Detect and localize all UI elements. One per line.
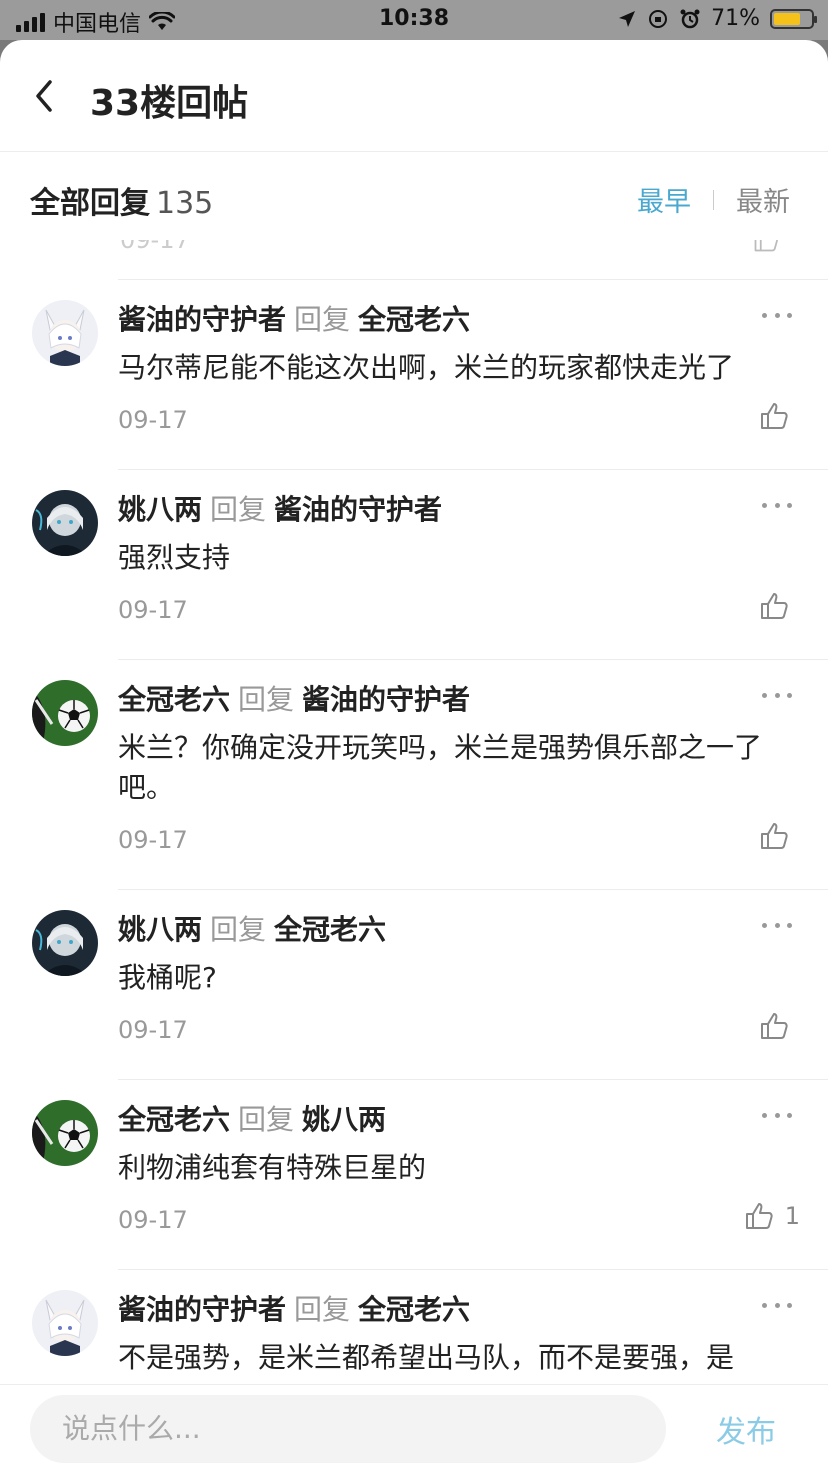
- comment-text: 米兰？你确定没开玩笑吗，米兰是强势俱乐部之一了吧。: [118, 731, 763, 804]
- reply-word: 回复: [294, 1293, 351, 1326]
- comment-date: 09-17: [118, 1206, 188, 1234]
- nav-bar: 33楼回帖: [0, 40, 828, 152]
- thumbs-up-icon: [761, 823, 788, 849]
- like-button[interactable]: [758, 400, 800, 432]
- like-button[interactable]: [758, 1010, 800, 1042]
- comment-item[interactable]: 全冠老六 回复 酱油的守护者 米兰？你确定没开玩笑吗，米兰是强势俱乐部之一了吧。 0…: [0, 660, 828, 890]
- fox-girl-avatar-icon: [32, 1290, 98, 1356]
- comment-input[interactable]: 说点什么...: [30, 1395, 666, 1463]
- like-button[interactable]: 1: [743, 1200, 800, 1232]
- reply-count: 135: [156, 186, 214, 221]
- sort-earliest-tab[interactable]: 最早: [637, 180, 691, 219]
- location-arrow-icon: [619, 10, 636, 27]
- comment-author[interactable]: 全冠老六: [118, 1103, 230, 1136]
- more-options-icon[interactable]: [762, 308, 792, 322]
- comment-input-bar: 说点什么... 发布: [0, 1384, 828, 1472]
- comment-date: 09-17: [118, 1016, 188, 1044]
- sort-latest-tab[interactable]: 最新: [736, 180, 790, 219]
- all-replies-label: 全部回复: [30, 186, 150, 221]
- comment-author[interactable]: 姚八两: [118, 913, 202, 946]
- comment-item[interactable]: 姚八两 回复 全冠老六 我桶呢? 09-17: [0, 890, 828, 1080]
- all-replies-title: 全部回复 135: [30, 178, 213, 222]
- like-button[interactable]: [758, 820, 800, 852]
- status-bar: 中国电信 10:38 71%: [0, 0, 828, 40]
- thumbs-up-icon: [761, 403, 788, 429]
- more-options-icon[interactable]: [762, 1298, 792, 1312]
- partial-previous-comment: 09-17: [0, 240, 828, 280]
- dark-character-avatar-icon: [32, 910, 98, 976]
- reply-target[interactable]: 酱油的守护者: [302, 683, 470, 716]
- like-count: 1: [784, 1202, 800, 1230]
- comment-header: 姚八两 回复 酱油的守护者: [118, 488, 442, 528]
- reply-target[interactable]: 全冠老六: [358, 303, 470, 336]
- rotation-lock-icon: [649, 9, 668, 28]
- comment-author[interactable]: 全冠老六: [118, 683, 230, 716]
- comment-text: 马尔蒂尼能不能这次出啊，米兰的玩家都快走光了: [118, 351, 735, 384]
- avatar[interactable]: [32, 1100, 98, 1166]
- comment-text: 强烈支持: [118, 541, 231, 574]
- like-button[interactable]: [758, 590, 800, 622]
- status-right: 71%: [617, 6, 817, 31]
- comment-header: 姚八两 回复 全冠老六: [118, 908, 386, 948]
- thumbs-up-icon: [761, 1013, 788, 1039]
- fox-girl-avatar-icon: [32, 300, 98, 366]
- avatar[interactable]: [32, 680, 98, 746]
- avatar[interactable]: [32, 910, 98, 976]
- like-icon: [754, 240, 778, 252]
- reply-target[interactable]: 姚八两: [302, 1103, 386, 1136]
- comment-author[interactable]: 酱油的守护者: [118, 1293, 286, 1326]
- avatar[interactable]: [32, 300, 98, 366]
- reply-word: 回复: [210, 913, 267, 946]
- comment-text: 利物浦纯套有特殊巨星的: [118, 1151, 427, 1184]
- reply-word: 回复: [238, 1103, 295, 1136]
- more-options-icon[interactable]: [762, 1108, 792, 1122]
- back-arrow-icon[interactable]: [30, 78, 60, 114]
- comment-date: 09-17: [118, 596, 188, 624]
- comment-date: 09-17: [118, 406, 188, 434]
- comment-author[interactable]: 姚八两: [118, 493, 202, 526]
- comment-date: 09-17: [118, 826, 188, 854]
- comment-author[interactable]: 酱油的守护者: [118, 303, 286, 336]
- comment-header: 酱油的守护者 回复 全冠老六: [118, 298, 470, 338]
- more-options-icon[interactable]: [762, 688, 792, 702]
- reply-header: 全部回复 135 最早 最新: [0, 152, 828, 240]
- comment-text: 我桶呢?: [118, 961, 217, 994]
- dark-character-avatar-icon: [32, 490, 98, 556]
- sort-tabs: 最早 最新: [637, 180, 790, 219]
- thumbs-up-icon: [745, 1203, 773, 1229]
- soccer-ball-avatar-icon: [32, 1100, 98, 1166]
- comment-item[interactable]: 姚八两 回复 酱油的守护者 强烈支持 09-17: [0, 470, 828, 660]
- battery-icon: [770, 8, 817, 29]
- comment-item[interactable]: 全冠老六 回复 姚八两 利物浦纯套有特殊巨星的 09-17 1: [0, 1080, 828, 1270]
- comment-item[interactable]: 酱油的守护者 回复 全冠老六 马尔蒂尼能不能这次出啊，米兰的玩家都快走光了 09-1…: [0, 280, 828, 470]
- reply-sheet: 33楼回帖 全部回复 135 最早 最新 09-17 酱油的守护者 回复 全冠老…: [0, 40, 828, 1472]
- thumbs-up-icon: [761, 593, 788, 619]
- more-options-icon[interactable]: [762, 918, 792, 932]
- avatar[interactable]: [32, 1290, 98, 1356]
- reply-target[interactable]: 全冠老六: [358, 1293, 470, 1326]
- battery-percent: 71%: [711, 6, 760, 31]
- reply-target[interactable]: 酱油的守护者: [274, 493, 442, 526]
- reply-word: 回复: [294, 303, 351, 336]
- sort-divider: [713, 189, 714, 210]
- reply-word: 回复: [210, 493, 267, 526]
- soccer-ball-avatar-icon: [32, 680, 98, 746]
- avatar[interactable]: [32, 490, 98, 556]
- page-title: 33楼回帖: [90, 83, 249, 124]
- alarm-icon: [680, 9, 700, 28]
- comment-header: 全冠老六 回复 姚八两: [118, 1098, 386, 1138]
- comment-header: 酱油的守护者 回复 全冠老六: [118, 1288, 470, 1328]
- reply-word: 回复: [238, 683, 295, 716]
- battery-fill: [774, 12, 800, 25]
- publish-button[interactable]: 发布: [716, 1407, 776, 1451]
- more-options-icon[interactable]: [762, 498, 792, 512]
- comment-header: 全冠老六 回复 酱油的守护者: [118, 678, 470, 718]
- reply-target[interactable]: 全冠老六: [274, 913, 386, 946]
- comment-text: 不是强势，是米兰都希望出马队，而不是要强，是: [118, 1341, 735, 1374]
- partial-date: 09-17: [120, 240, 190, 254]
